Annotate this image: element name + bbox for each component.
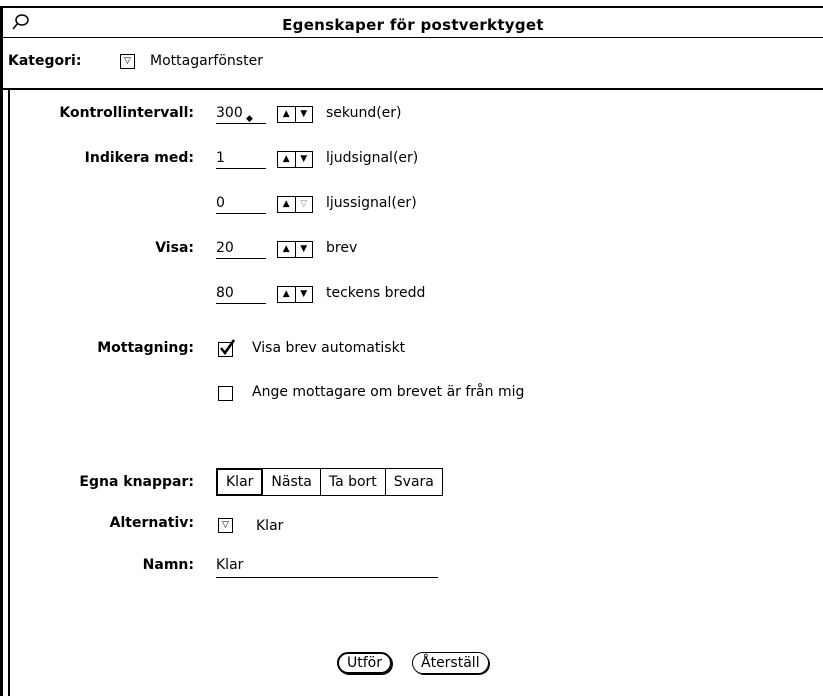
check-interval-label: Kontrollintervall: bbox=[59, 105, 194, 121]
width-unit: teckens bredd bbox=[326, 285, 426, 301]
choice-klar[interactable]: Klar bbox=[216, 468, 264, 496]
decrement-icon[interactable]: ▼ bbox=[294, 242, 313, 257]
checkmark-icon bbox=[220, 339, 236, 356]
triangle-down-icon: ▽ bbox=[124, 56, 131, 66]
check-interval-field[interactable]: 300 ◆ bbox=[216, 105, 266, 124]
custom-buttons-label: Egna knappar: bbox=[79, 474, 194, 490]
width-field[interactable]: 80 bbox=[216, 285, 266, 304]
check-interval-value: 300 bbox=[216, 105, 243, 121]
beeps-value: 1 bbox=[216, 150, 225, 166]
check-interval-unit: sekund(er) bbox=[326, 105, 402, 121]
caret-icon: ◆ bbox=[246, 114, 253, 124]
increment-icon[interactable]: ▲ bbox=[278, 107, 295, 122]
alternative-label: Alternativ: bbox=[109, 515, 194, 531]
panel-left-border bbox=[8, 90, 10, 696]
window-title: Egenskaper för postverktyget bbox=[282, 16, 544, 34]
name-value: Klar bbox=[216, 557, 244, 573]
custom-buttons-choice[interactable]: Klar Nästa Ta bort Svara bbox=[216, 468, 443, 496]
show-auto-checkbox[interactable] bbox=[218, 339, 236, 357]
indicate-label: Indikera med: bbox=[84, 150, 194, 166]
decrement-icon[interactable]: ▼ bbox=[294, 152, 313, 167]
title-bar[interactable]: Egenskaper för postverktyget bbox=[3, 8, 823, 38]
alternative-value: Klar bbox=[256, 518, 284, 534]
increment-icon[interactable]: ▲ bbox=[278, 197, 295, 212]
name-field[interactable]: Klar bbox=[216, 557, 438, 578]
headers-stepper[interactable]: ▲ ▼ bbox=[277, 241, 313, 258]
beeps-unit: ljudsignal(er) bbox=[326, 150, 419, 166]
alternative-menu-button[interactable]: ▽ bbox=[218, 518, 233, 533]
decrement-disabled-icon: ▽ bbox=[294, 197, 313, 212]
category-label: Kategori: bbox=[8, 53, 82, 69]
display-label: Visa: bbox=[155, 240, 194, 256]
flashes-unit: ljussignal(er) bbox=[326, 195, 417, 211]
category-menu-button[interactable]: ▽ bbox=[120, 54, 135, 69]
show-auto-label[interactable]: Visa brev automatiskt bbox=[252, 340, 405, 356]
width-stepper[interactable]: ▲ ▼ bbox=[277, 286, 313, 303]
flashes-stepper[interactable]: ▲ ▽ bbox=[277, 196, 313, 213]
increment-icon[interactable]: ▲ bbox=[278, 152, 295, 167]
receiving-label: Mottagning: bbox=[97, 340, 194, 356]
decrement-icon[interactable]: ▼ bbox=[294, 107, 313, 122]
increment-icon[interactable]: ▲ bbox=[278, 242, 295, 257]
choice-svara[interactable]: Svara bbox=[386, 469, 442, 495]
set-recipient-checkbox[interactable] bbox=[218, 386, 233, 401]
title-separator bbox=[3, 37, 823, 38]
flashes-field[interactable]: 0 bbox=[216, 195, 266, 214]
headers-value: 20 bbox=[216, 240, 234, 256]
triangle-down-icon: ▽ bbox=[222, 520, 229, 530]
beeps-stepper[interactable]: ▲ ▼ bbox=[277, 151, 313, 168]
choice-ta-bort[interactable]: Ta bort bbox=[321, 469, 386, 495]
category-value: Mottagarfönster bbox=[150, 53, 263, 69]
flashes-value: 0 bbox=[216, 195, 225, 211]
beeps-field[interactable]: 1 bbox=[216, 150, 266, 169]
window-frame-left bbox=[0, 6, 3, 696]
choice-nasta[interactable]: Nästa bbox=[263, 469, 321, 495]
width-value: 80 bbox=[216, 285, 234, 301]
headers-field[interactable]: 20 bbox=[216, 240, 266, 259]
panel-top-border bbox=[3, 88, 823, 90]
check-interval-stepper[interactable]: ▲ ▼ bbox=[277, 106, 313, 123]
increment-icon[interactable]: ▲ bbox=[278, 287, 295, 302]
reset-button[interactable]: Återställ bbox=[412, 652, 489, 674]
decrement-icon[interactable]: ▼ bbox=[294, 287, 313, 302]
name-label: Namn: bbox=[142, 557, 194, 573]
headers-unit: brev bbox=[326, 240, 358, 256]
set-recipient-label[interactable]: Ange mottagare om brevet är från mig bbox=[252, 384, 524, 400]
apply-button[interactable]: Utför bbox=[337, 652, 392, 674]
